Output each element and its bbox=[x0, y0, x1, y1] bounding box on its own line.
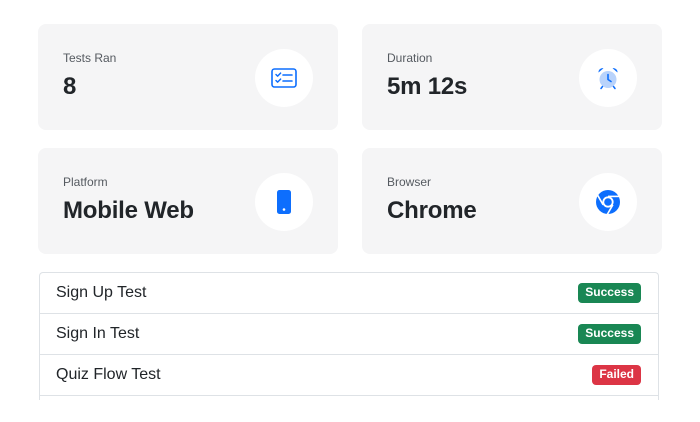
smartphone-icon bbox=[277, 190, 291, 214]
stat-label: Tests Ran bbox=[63, 51, 117, 65]
stat-card-tests-ran: Tests Ran 8 bbox=[38, 24, 338, 130]
test-name: Quiz Flow Test bbox=[56, 366, 161, 383]
status-badge: Failed bbox=[592, 365, 641, 385]
test-results-list: Sign Up Test Success Sign In Test Succes… bbox=[39, 272, 659, 400]
stat-icon-container bbox=[255, 49, 313, 107]
stat-icon-container bbox=[255, 173, 313, 231]
test-row[interactable]: Sign In Test Success bbox=[40, 314, 658, 355]
test-row[interactable]: Quiz Flow Test Failed bbox=[40, 355, 658, 396]
stat-label: Browser bbox=[387, 175, 432, 189]
stat-label: Platform bbox=[63, 175, 108, 189]
alarm-clock-icon bbox=[598, 68, 618, 90]
status-badge: Success bbox=[578, 283, 641, 303]
test-row[interactable]: Sign Up Test Success bbox=[40, 273, 658, 314]
stat-card-duration: Duration 5m 12s bbox=[362, 24, 662, 130]
chrome-icon bbox=[596, 190, 620, 215]
stat-value: Mobile Web bbox=[63, 197, 194, 224]
stat-value: 8 bbox=[63, 73, 77, 100]
stat-icon-container bbox=[579, 49, 637, 107]
test-name: Sign In Test bbox=[56, 325, 140, 342]
stat-label: Duration bbox=[387, 51, 433, 65]
stat-value: 5m 12s bbox=[387, 73, 468, 100]
stat-icon-container bbox=[579, 173, 637, 231]
stat-value: Chrome bbox=[387, 197, 477, 224]
checklist-icon bbox=[271, 68, 297, 88]
stats-grid: Tests Ran 8 Duration 5m 12s Platform Mob… bbox=[38, 24, 662, 254]
status-badge: Success bbox=[578, 324, 641, 344]
test-name: Sign Up Test bbox=[56, 284, 147, 301]
stat-card-platform: Platform Mobile Web bbox=[38, 148, 338, 254]
stat-card-browser: Browser Chrome bbox=[362, 148, 662, 254]
test-row-partial[interactable] bbox=[40, 396, 658, 400]
